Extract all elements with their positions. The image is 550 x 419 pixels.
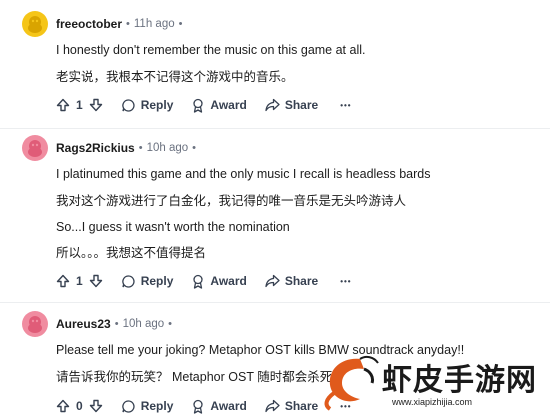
separator-dot: • <box>114 318 119 330</box>
share-icon <box>265 274 280 288</box>
username[interactable]: freeoctober <box>56 17 122 31</box>
separator-dot: • <box>138 142 143 154</box>
comment-actions: 0 Reply Award Share ••• <box>56 396 352 416</box>
more-icon: ••• <box>340 100 352 110</box>
comment-divider <box>0 128 550 129</box>
award-button[interactable]: Award <box>191 399 247 414</box>
upvote-button[interactable] <box>56 98 70 112</box>
share-label: Share <box>284 98 319 112</box>
reply-button[interactable]: Reply <box>121 399 174 414</box>
snoo-avatar-icon <box>28 140 42 157</box>
more-icon: ••• <box>340 276 352 286</box>
downvote-icon <box>89 274 102 288</box>
comment-text: 我对这个游戏进行了白金化，我记得的唯一音乐是无头吟游诗人 <box>56 194 407 208</box>
snoo-avatar-icon <box>28 16 42 33</box>
downvote-icon <box>89 98 102 112</box>
award-icon <box>193 274 204 289</box>
vote-count: 1 <box>76 98 83 112</box>
timestamp: 11h ago <box>133 18 175 30</box>
username[interactable]: Rags2Rickius <box>56 141 135 155</box>
more-options-button[interactable]: ••• <box>340 101 351 110</box>
share-button[interactable]: Share <box>265 399 318 413</box>
reply-label: Reply <box>140 98 174 112</box>
reply-button[interactable]: Reply <box>121 98 174 113</box>
comment-text: 老实说，我根本不记得这个游戏中的音乐。 <box>56 70 294 84</box>
comment-1: freeoctober • 11h ago • I honestly don't… <box>0 10 550 120</box>
comment-text: I honestly don't remember the music on t… <box>56 43 366 57</box>
avatar[interactable] <box>22 11 48 37</box>
avatar[interactable] <box>22 135 48 161</box>
site-watermark: 虾皮手游网 www.xiapizhijia.com <box>320 353 540 415</box>
snoo-avatar-icon <box>28 316 42 333</box>
downvote-button[interactable] <box>89 274 103 288</box>
share-button[interactable]: Share <box>265 98 318 112</box>
upvote-icon <box>56 98 70 112</box>
timestamp: 10h ago <box>122 318 165 330</box>
separator-dot: • <box>126 18 130 30</box>
timestamp: 10h ago <box>146 142 189 154</box>
vote-count: 0 <box>76 399 83 413</box>
award-label: Award <box>210 274 247 288</box>
comment-actions: 1 Reply Award Share ••• <box>56 271 352 291</box>
separator-dot: • <box>178 18 183 30</box>
comment-header: Rags2Rickius • 10h ago • <box>22 134 200 162</box>
award-label: Award <box>210 98 247 112</box>
award-label: Award <box>210 399 247 413</box>
comment-text: 所以。。。我想这不值得提名 <box>56 246 207 260</box>
separator-dot: • <box>192 142 196 154</box>
comment-divider <box>0 302 550 303</box>
comment-text: So...I guess it wasn't worth the nominat… <box>56 220 290 234</box>
reply-icon <box>122 399 135 413</box>
avatar[interactable] <box>22 311 48 337</box>
upvote-button[interactable] <box>56 274 70 288</box>
comment-header: Aureus23 • 10h ago • <box>22 310 176 338</box>
comment-actions: 1 Reply Award Share ••• <box>56 95 352 115</box>
watermark-text: 虾皮手游网 <box>382 364 537 397</box>
award-button[interactable]: Award <box>191 98 247 113</box>
reply-label: Reply <box>140 274 174 288</box>
award-icon <box>193 399 204 414</box>
reply-icon <box>122 98 135 112</box>
downvote-button[interactable] <box>89 399 103 413</box>
upvote-icon <box>56 399 70 413</box>
comment-2: Rags2Rickius • 10h ago • I platinumed th… <box>0 134 550 299</box>
downvote-icon <box>89 399 102 413</box>
downvote-button[interactable] <box>89 98 103 112</box>
reply-icon <box>122 274 135 288</box>
upvote-icon <box>56 274 70 288</box>
username[interactable]: Aureus23 <box>56 317 111 331</box>
award-button[interactable]: Award <box>191 274 247 289</box>
award-icon <box>193 98 204 113</box>
reply-label: Reply <box>140 399 174 413</box>
separator-dot: • <box>168 318 172 330</box>
share-icon <box>265 399 280 413</box>
comment-text: 请告诉我你的玩笑？ Metaphor OST 随时都会杀死 <box>56 370 333 384</box>
comment-header: freeoctober • 11h ago • <box>22 10 186 38</box>
more-options-button[interactable]: ••• <box>340 277 351 286</box>
comment-text: I platinumed this game and the only musi… <box>56 167 431 181</box>
shrimp-logo-icon <box>324 355 379 411</box>
watermark-url: www.xiapizhijia.com <box>392 397 473 407</box>
share-label: Share <box>284 399 319 413</box>
upvote-button[interactable] <box>56 399 70 413</box>
share-icon <box>265 98 280 112</box>
share-label: Share <box>284 274 319 288</box>
reply-button[interactable]: Reply <box>121 274 174 289</box>
share-button[interactable]: Share <box>265 274 318 288</box>
vote-count: 1 <box>76 274 83 288</box>
